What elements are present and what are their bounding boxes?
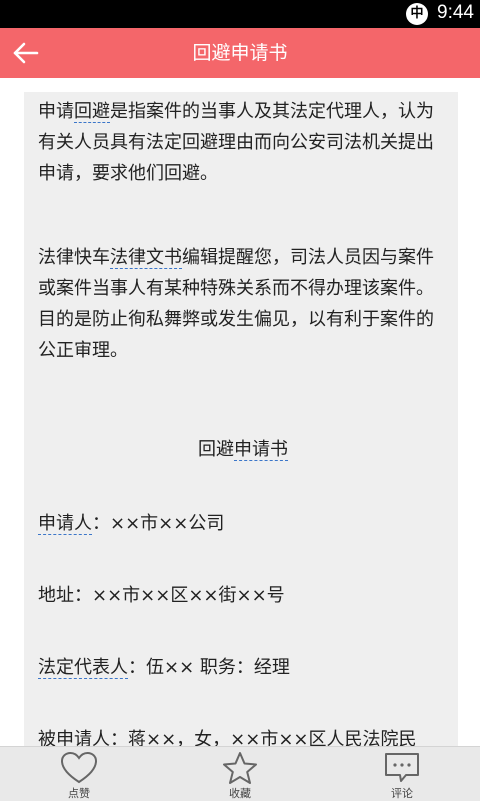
- heart-icon: [60, 751, 98, 784]
- page-title: 回避申请书: [192, 42, 288, 64]
- applicant-line: 申请人：××市××公司: [38, 508, 448, 539]
- article-card[interactable]: 申请回避是指案件的当事人及其法定代理人，认为有关人员具有法定回避理由而向公安司法…: [24, 92, 458, 752]
- arrow-left-icon: [13, 42, 39, 64]
- legal-rep-line: 法定代表人：伍×× 职务：经理: [38, 652, 448, 683]
- brand-name: 法律快车: [38, 247, 110, 268]
- document-title: 回避申请书: [38, 434, 448, 465]
- favorite-label: 收藏: [229, 787, 251, 800]
- keyword-link[interactable]: 申请人: [38, 513, 92, 535]
- keyword-link[interactable]: 法定代表人: [38, 657, 128, 679]
- comment-button[interactable]: 评论: [362, 747, 442, 801]
- star-icon: [223, 752, 257, 784]
- keyword-link[interactable]: 法律文书: [110, 247, 182, 269]
- comment-label: 评论: [391, 787, 413, 800]
- applicant-value: ：××市××公司: [92, 513, 225, 534]
- ime-indicator: 中: [406, 3, 428, 25]
- like-label: 点赞: [68, 787, 90, 800]
- doc-title-start: 回避: [198, 439, 234, 460]
- paragraph-editor-note: 法律快车法律文书编辑提醒您，司法人员因与案件或案件当事人有某种特殊关系而不得办理…: [38, 242, 448, 366]
- intro-text-start: 申请: [38, 101, 74, 122]
- keyword-link[interactable]: 回避: [74, 101, 110, 123]
- like-button[interactable]: 点赞: [39, 747, 119, 801]
- paragraph-intro: 申请回避是指案件的当事人及其法定代理人，认为有关人员具有法定回避理由而向公安司法…: [38, 96, 448, 189]
- app-bar: 回避申请书: [0, 28, 480, 78]
- favorite-button[interactable]: 收藏: [200, 747, 280, 801]
- comment-icon: [385, 753, 419, 782]
- status-bar: 中 9:44: [0, 0, 480, 28]
- address-line: 地址：××市××区××街××号: [38, 585, 285, 606]
- back-button[interactable]: [6, 33, 46, 73]
- bottom-toolbar: 点赞 收藏 评论: [0, 746, 480, 801]
- status-time: 9:44: [437, 2, 474, 23]
- legal-rep-value: ：伍×× 职务：经理: [128, 657, 290, 678]
- keyword-link[interactable]: 申请书: [234, 439, 288, 461]
